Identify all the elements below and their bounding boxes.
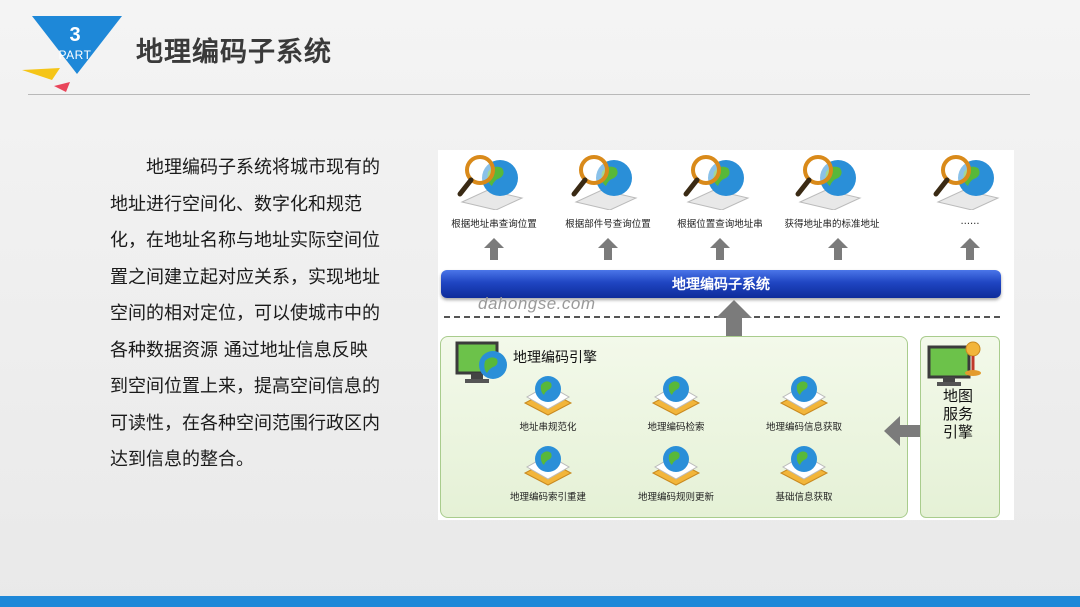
globe-stack-icon: [523, 376, 573, 416]
map-service-panel: 地图服务引擎: [920, 336, 1000, 518]
engine-item-label: 基础信息获取: [775, 492, 833, 503]
globe-stack-icon: [651, 376, 701, 416]
top-item-label: ……: [960, 216, 980, 227]
up-arrow-icon: [710, 238, 730, 260]
header-divider: [28, 94, 1030, 95]
top-item-label: 根据部件号查询位置: [565, 219, 651, 230]
badge-text: PART: [58, 48, 92, 62]
globe-search-icon: [683, 155, 750, 210]
up-arrow-icon: [960, 238, 980, 260]
monitor-map-pin-icon: [927, 341, 981, 386]
engine-item-label: 地理编码信息获取: [765, 422, 842, 433]
top-item-label: 获得地址串的标准地址: [784, 219, 880, 230]
top-item: 获得地址串的标准地址: [772, 152, 892, 248]
top-item: 根据位置查询地址串: [660, 152, 780, 248]
engine-item: 地理编码规则更新: [613, 443, 739, 513]
globe-search-icon: [933, 155, 1000, 210]
globe-search-icon: [571, 155, 638, 210]
engine-item: 地理编码信息获取: [741, 373, 867, 443]
engine-item: 基础信息获取: [741, 443, 867, 513]
engine-item: 地理编码检索: [613, 373, 739, 443]
globe-stack-icon: [779, 446, 829, 486]
badge-number: 3: [69, 24, 81, 46]
globe-stack-icon: [779, 376, 829, 416]
globe-stack-icon: [651, 446, 701, 486]
watermark: dahongse.com: [478, 294, 596, 313]
engine-item-label: 地址串规范化: [519, 422, 577, 433]
engine-item-label: 地理编码索引重建: [509, 492, 586, 503]
globe-search-icon: [457, 155, 524, 210]
engine-item-label: 地理编码规则更新: [637, 492, 714, 503]
top-item: 根据部件号查询位置: [548, 152, 668, 248]
engine-item-label: 地理编码检索: [647, 422, 705, 433]
body-paragraph: 地理编码子系统将城市现有的地址进行空间化、数字化和规范化，在地址名称与地址实际空…: [110, 157, 380, 470]
top-item-label: 根据位置查询地址串: [677, 219, 763, 230]
top-item: ……: [910, 152, 1030, 248]
engine-title: 地理编码引擎: [513, 350, 597, 366]
engine-item: 地址串规范化: [485, 373, 611, 443]
up-arrow-icon: [484, 238, 504, 260]
up-arrow-icon: [598, 238, 618, 260]
part-badge: 3 PART: [22, 12, 132, 92]
top-item: 根据地址串查询位置: [434, 152, 554, 248]
engine-item: 地理编码索引重建: [485, 443, 611, 513]
map-service-label: 地图服务引擎: [943, 387, 974, 441]
up-arrow-icon: [828, 238, 848, 260]
subsystem-bar-label: 地理编码子系统: [672, 277, 770, 293]
globe-search-icon: [795, 155, 862, 210]
geocoding-engine-panel: 地理编码引擎 地址串规范化 地理编码检索 地理编码信息获取 地理编码索引重建 地…: [440, 336, 908, 518]
top-item-label: 根据地址串查询位置: [451, 219, 537, 230]
page-title: 地理编码子系统: [136, 37, 332, 68]
globe-stack-icon: [523, 446, 573, 486]
big-up-arrow-icon: [716, 300, 752, 336]
bottom-accent-bar: [0, 596, 1080, 607]
geocoding-diagram: 根据地址串查询位置 根据部件号查询位置 根据位置查询地址串 获得地址串的标准地址…: [438, 150, 1014, 520]
